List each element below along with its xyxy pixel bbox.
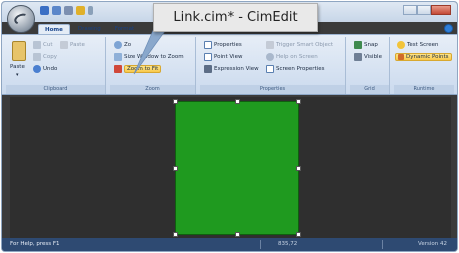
copy-button[interactable]: Copy: [33, 52, 57, 61]
snap-icon: [354, 40, 362, 49]
dynamic-points-button[interactable]: Dynamic Points: [395, 52, 452, 61]
properties-icon: [204, 40, 212, 49]
screen-page[interactable]: [173, 99, 301, 237]
resize-handle-top-right[interactable]: [296, 99, 301, 104]
expression-view-label: Expression View: [214, 65, 259, 72]
help-on-screen-button[interactable]: Help on Screen: [266, 52, 318, 61]
maximize-button[interactable]: [417, 5, 431, 15]
resize-handle-top-left[interactable]: [173, 99, 178, 104]
copy-label: Copy: [43, 53, 57, 60]
save-icon[interactable]: [40, 6, 49, 15]
paste-dropdown-icon[interactable]: ▾: [16, 72, 19, 78]
paste-icon[interactable]: [12, 41, 26, 61]
clipboard-group-label: Clipboard: [6, 85, 105, 94]
paste-small-button[interactable]: Paste: [60, 40, 85, 49]
paste-small-icon: [60, 40, 68, 49]
runtime-group: Test Screen Dynamic Points Runtime: [394, 37, 454, 94]
cut-label: Cut: [43, 41, 53, 48]
size-window-icon: [114, 52, 122, 61]
minimize-button[interactable]: [403, 5, 417, 15]
zoom-button[interactable]: Zo: [114, 40, 131, 49]
help-screen-icon: [266, 52, 274, 61]
status-help-text: For Help, press F1: [10, 241, 60, 247]
scissors-icon: [33, 40, 41, 49]
expression-view-button[interactable]: Expression View: [204, 64, 259, 73]
dynamic-points-highlight: Dynamic Points: [395, 52, 452, 61]
undo-label: Undo: [43, 65, 58, 72]
resize-handle-right[interactable]: [296, 166, 301, 171]
dynamic-points-label: Dynamic Points: [406, 53, 449, 60]
grid-group: Snap Visible Grid: [350, 37, 390, 94]
close-button[interactable]: [431, 5, 451, 15]
ribbon: Paste ▾ Cut Paste Copy Undo Clipboard Zo…: [2, 34, 457, 95]
trigger-smart-object-button[interactable]: Trigger Smart Object: [266, 40, 333, 49]
undo-button[interactable]: Undo: [33, 64, 57, 73]
properties-group-label: Properties: [200, 85, 345, 94]
test-screen-label: Test Screen: [407, 41, 439, 48]
window-title: Link.cim* - CimEdit: [173, 10, 298, 25]
resize-handle-bottom-left[interactable]: [173, 232, 178, 237]
screen-properties-button[interactable]: Screen Properties: [266, 64, 324, 73]
drawing-workspace[interactable]: [10, 97, 451, 238]
paste-small-label: Paste: [70, 41, 85, 48]
ribbon-tabs: Home Drawing Format: [38, 24, 140, 34]
point-view-icon: [204, 52, 212, 61]
properties-group: Properties Point View Expression View Tr…: [200, 37, 346, 94]
magnifier-icon: [114, 40, 122, 49]
snap-label: Snap: [364, 41, 378, 48]
undo-arrow-icon: [33, 64, 41, 73]
trigger-icon: [266, 40, 274, 49]
tab-home[interactable]: Home: [38, 24, 70, 34]
window-title-callout: Link.cim* - CimEdit: [153, 3, 318, 32]
copy-icon: [33, 52, 41, 61]
undo-icon[interactable]: [52, 6, 61, 15]
trigger-smart-object-label: Trigger Smart Object: [276, 41, 334, 48]
help-icon[interactable]: [444, 24, 453, 33]
zoom-group-label: Zoom: [110, 85, 195, 94]
expression-view-icon: [204, 64, 212, 73]
tab-drawing[interactable]: Drawing: [72, 24, 107, 34]
grid-visible-icon: [354, 52, 362, 61]
redo-icon[interactable]: [64, 6, 73, 15]
screen-properties-label: Screen Properties: [276, 65, 325, 72]
point-view-label: Point View: [214, 53, 243, 60]
help-on-screen-label: Help on Screen: [276, 53, 318, 60]
visible-label: Visible: [364, 53, 382, 60]
resize-handle-bottom-right[interactable]: [296, 232, 301, 237]
status-bar: For Help, press F1 835,72 Version 42: [2, 238, 457, 251]
cut-button[interactable]: Cut: [33, 40, 52, 49]
point-view-button[interactable]: Point View: [204, 52, 242, 61]
grid-group-label: Grid: [350, 85, 389, 94]
test-screen-button[interactable]: Test Screen: [397, 40, 439, 49]
resize-handle-left[interactable]: [173, 166, 178, 171]
version-label: Version 42: [418, 241, 447, 247]
print-icon[interactable]: [76, 6, 85, 15]
resize-handle-bottom[interactable]: [235, 232, 240, 237]
status-separator: [382, 240, 383, 249]
status-separator: [260, 240, 261, 249]
window-controls: [403, 5, 451, 15]
snap-button[interactable]: Snap: [354, 40, 378, 49]
quick-access-toolbar: [40, 6, 93, 15]
application-menu-button[interactable]: [7, 5, 35, 33]
customize-toolbar-icon[interactable]: [88, 6, 93, 15]
properties-label: Properties: [214, 41, 242, 48]
clipboard-group: Paste ▾ Cut Paste Copy Undo Clipboard: [6, 37, 106, 94]
properties-button[interactable]: Properties: [204, 40, 242, 49]
app-logo-icon: [12, 11, 31, 27]
dynamic-points-icon: [398, 53, 404, 60]
visible-button[interactable]: Visible: [354, 52, 382, 61]
screen-properties-icon: [266, 64, 274, 73]
cursor-coordinates: 835,72: [278, 241, 298, 247]
resize-handle-top[interactable]: [235, 99, 240, 104]
runtime-group-label: Runtime: [394, 85, 454, 94]
test-screen-icon: [397, 40, 405, 49]
paste-button[interactable]: Paste: [10, 64, 25, 70]
cimedit-window: Home Drawing Format Paste ▾ Cut Paste Co…: [1, 1, 458, 252]
zoom-fit-icon: [114, 64, 122, 73]
